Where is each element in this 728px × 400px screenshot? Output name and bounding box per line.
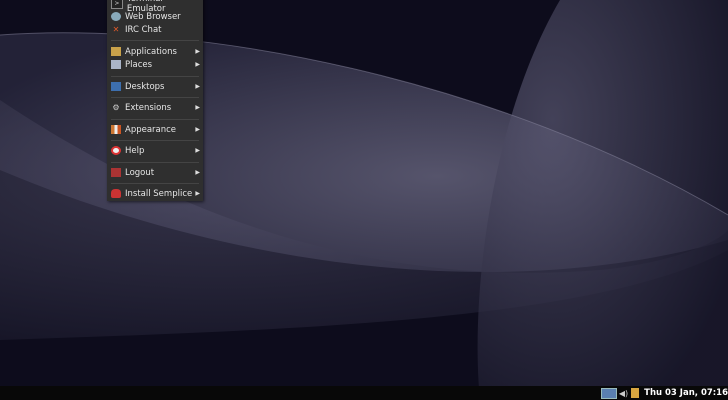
separator	[111, 183, 199, 184]
menu-item-places[interactable]: Places ▶	[107, 58, 203, 71]
extensions-icon: ⚙	[112, 103, 120, 112]
irc-icon: ✕	[112, 25, 120, 34]
terminal-icon: >	[111, 0, 123, 9]
menu-item-install-semplice[interactable]: Install Semplice ▶	[107, 187, 203, 200]
applications-icon	[111, 47, 121, 56]
root-menu: >Terminal Emulator Web Browser ✕IRC Chat…	[107, 0, 203, 201]
places-icon	[111, 60, 121, 69]
menu-item-help[interactable]: Help ▶	[107, 144, 203, 157]
separator	[111, 119, 199, 120]
network-icon[interactable]	[600, 387, 617, 399]
menu-item-logout[interactable]: Logout ▶	[107, 166, 203, 179]
menu-item-desktops[interactable]: Desktops ▶	[107, 80, 203, 93]
menu-item-extensions[interactable]: ⚙ Extensions ▶	[107, 101, 203, 114]
help-icon	[111, 146, 121, 155]
menu-item-appearance[interactable]: Appearance ▶	[107, 123, 203, 136]
desktops-icon	[111, 82, 121, 91]
appearance-icon	[111, 125, 121, 134]
chevron-right-icon: ▶	[195, 61, 200, 68]
clock[interactable]: Thu 03 Jan, 07:16	[644, 388, 728, 398]
separator	[111, 140, 199, 141]
chevron-right-icon: ▶	[195, 126, 200, 133]
chevron-right-icon: ▶	[195, 104, 200, 111]
chevron-right-icon: ▶	[195, 48, 200, 55]
system-tray: ◀) Thu 03 Jan, 07:16	[600, 386, 728, 400]
globe-icon	[111, 12, 121, 21]
separator	[111, 97, 199, 98]
menu-item-web-browser[interactable]: Web Browser	[107, 10, 203, 23]
chevron-right-icon: ▶	[195, 83, 200, 90]
separator	[111, 40, 199, 41]
menu-item-irc-chat[interactable]: ✕ IRC Chat	[107, 23, 203, 36]
logout-icon	[111, 168, 121, 177]
chevron-right-icon: ▶	[195, 147, 200, 154]
separator	[111, 76, 199, 77]
clipboard-icon[interactable]	[631, 388, 640, 398]
menu-item-applications[interactable]: Applications ▶	[107, 45, 203, 58]
chevron-right-icon: ▶	[195, 169, 200, 176]
chevron-right-icon: ▶	[195, 190, 200, 197]
install-icon	[111, 189, 121, 198]
menu-item-terminal-emulator[interactable]: >Terminal Emulator	[107, 0, 203, 14]
separator	[111, 162, 199, 163]
volume-icon[interactable]: ◀)	[619, 389, 628, 398]
